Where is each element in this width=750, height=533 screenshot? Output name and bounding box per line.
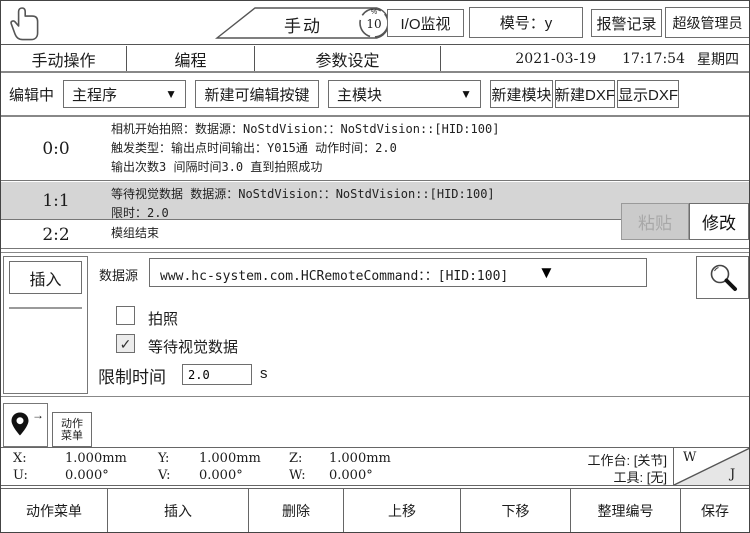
world-joint-toggle[interactable]: W J <box>673 448 749 485</box>
show-dxf-button[interactable]: 显示DXF <box>617 80 679 108</box>
date-text: 2021-03-19 <box>515 51 596 67</box>
renumber-button[interactable]: 整理编号 <box>571 489 681 533</box>
datasource-label: 数据源 <box>99 265 138 284</box>
io-monitor-button[interactable]: I/O监视 <box>387 9 464 37</box>
editor-sidebar: 插入 <box>3 256 88 394</box>
row-index: 0:0 <box>1 139 111 159</box>
wait-vision-checkbox-label: 等待视觉数据 <box>148 336 238 357</box>
delete-button[interactable]: 删除 <box>249 489 344 533</box>
tab-programming[interactable]: 编程 <box>127 46 255 71</box>
tab-parameter-settings[interactable]: 参数设定 <box>255 46 441 71</box>
program-select[interactable]: 主程序 ▼ <box>63 80 186 108</box>
row-line: 相机开始拍照：数据源：NoStdVision：：NoStdVision::[HI… <box>111 120 749 139</box>
sidebar-divider <box>9 307 82 309</box>
datasource-select[interactable]: www.hc-system.com.HCRemoteCommand：：[HID:… <box>149 258 647 287</box>
axis-z-value: 1.000mm <box>329 451 391 466</box>
chevron-down-icon: ▼ <box>460 87 472 101</box>
modify-button[interactable]: 修改 <box>689 203 749 240</box>
module-select[interactable]: 主模块 ▼ <box>328 80 481 108</box>
axis-x-label: X: <box>13 451 27 466</box>
weekday-text: 星期四 <box>697 49 739 69</box>
action-menu-line: 动作 <box>61 418 83 430</box>
coordinates-panel: X: 1.000mm Y: 1.000mm Z: 1.000mm U: 0.00… <box>1 447 749 486</box>
paste-button[interactable]: 粘贴 <box>621 203 689 240</box>
row-line: 输出次数3 间隔时间3.0 直到拍照成功 <box>111 158 749 177</box>
action-menu-small-button[interactable]: 动作 菜单 <box>52 412 92 447</box>
axis-u-value: 0.000° <box>65 468 109 483</box>
time-limit-label: 限制时间 <box>98 363 166 388</box>
action-menu-line: 菜单 <box>61 430 83 442</box>
time-limit-input[interactable] <box>182 364 252 385</box>
chevron-down-icon: ▼ <box>538 263 555 283</box>
speed-value: 10 <box>357 17 391 31</box>
row-action-overlay: 粘贴 修改 <box>1 203 749 240</box>
hmi-screen: 手动 % 10 I/O监视 模号：y 报警记录 超级管理员 手动操作 编程 参数… <box>0 0 750 533</box>
datetime-display: 2021-03-19 17:17:54 星期四 <box>441 46 749 71</box>
program-select-value: 主程序 <box>72 84 117 105</box>
super-admin-button[interactable]: 超级管理员 <box>665 7 750 38</box>
axis-v-label: V: <box>158 468 170 483</box>
top-bar: 手动 % 10 I/O监视 模号：y 报警记录 超级管理员 <box>1 1 749 45</box>
speed-unit: % <box>357 9 391 16</box>
chevron-down-icon: ▼ <box>165 87 177 101</box>
position-pin-button[interactable]: → <box>3 403 48 447</box>
save-button[interactable]: 保存 <box>681 489 749 533</box>
axis-w-label: W: <box>289 468 306 483</box>
axis-y-value: 1.000mm <box>199 451 261 466</box>
tab-manual-operation[interactable]: 手动操作 <box>1 46 127 71</box>
tab-row: 手动操作 编程 参数设定 2021-03-19 17:17:54 星期四 <box>1 46 749 73</box>
move-up-button[interactable]: 上移 <box>344 489 461 533</box>
action-bar: → 动作 菜单 <box>1 398 749 447</box>
axis-v-value: 0.000° <box>199 468 243 483</box>
bottom-button-bar: 动作菜单 插入 删除 上移 下移 整理编号 保存 <box>1 488 749 533</box>
edit-toolbar: 编辑中 主程序 ▼ 新建可编辑按键 主模块 ▼ 新建模块 新建DXF 显示DXF <box>1 75 749 115</box>
new-editable-key-button[interactable]: 新建可编辑按键 <box>195 80 319 108</box>
world-mode-label: W <box>683 450 696 465</box>
step-editor-panel: 插入 数据源 www.hc-system.com.HCRemoteCommand… <box>1 252 749 397</box>
joint-mode-label: J <box>730 467 735 482</box>
axis-x-value: 1.000mm <box>65 451 127 466</box>
new-module-button[interactable]: 新建模块 <box>490 80 553 108</box>
insert-button[interactable]: 插入 <box>9 261 82 294</box>
row-content: 相机开始拍照：数据源：NoStdVision：：NoStdVision::[HI… <box>111 117 749 180</box>
alarm-log-button[interactable]: 报警记录 <box>591 9 662 37</box>
location-pin-icon <box>8 411 32 439</box>
speed-gauge[interactable]: % 10 <box>357 6 391 40</box>
editing-status-label: 编辑中 <box>9 84 54 105</box>
time-text: 17:17:54 <box>622 51 685 67</box>
magnifier-icon <box>706 261 740 295</box>
axis-w-value: 0.000° <box>329 468 373 483</box>
hand-cursor-icon <box>9 5 43 43</box>
new-dxf-button[interactable]: 新建DXF <box>555 80 615 108</box>
move-down-button[interactable]: 下移 <box>461 489 571 533</box>
search-button[interactable] <box>696 256 749 299</box>
module-select-value: 主模块 <box>337 84 382 105</box>
row-line: 等待视觉数据 数据源：NoStdVision：：NoStdVision::[HI… <box>111 185 749 204</box>
tool-mode-label: 工具: [无] <box>614 467 667 486</box>
mode-banner-button[interactable]: 手动 <box>253 12 353 37</box>
axis-u-label: U: <box>13 468 28 483</box>
row-line: 触发类型：输出点时间输出：Y015通 动作时间：2.0 <box>111 139 749 158</box>
photo-checkbox[interactable] <box>116 306 135 325</box>
axis-y-label: Y: <box>158 451 169 466</box>
mold-number-button[interactable]: 模号：y <box>469 7 583 38</box>
arrow-right-icon: → <box>32 408 44 422</box>
time-limit-unit: s <box>260 365 268 382</box>
datasource-value: www.hc-system.com.HCRemoteCommand：：[HID:… <box>160 265 508 284</box>
axis-z-label: Z: <box>289 451 302 466</box>
action-menu-button[interactable]: 动作菜单 <box>1 489 108 533</box>
insert-step-button[interactable]: 插入 <box>108 489 249 533</box>
program-row-0[interactable]: 0:0 相机开始拍照：数据源：NoStdVision：：NoStdVision:… <box>1 117 749 181</box>
photo-checkbox-label: 拍照 <box>148 308 178 329</box>
wait-vision-checkbox[interactable]: ✓ <box>116 334 135 353</box>
checkbox-check-icon: ✓ <box>120 336 132 352</box>
